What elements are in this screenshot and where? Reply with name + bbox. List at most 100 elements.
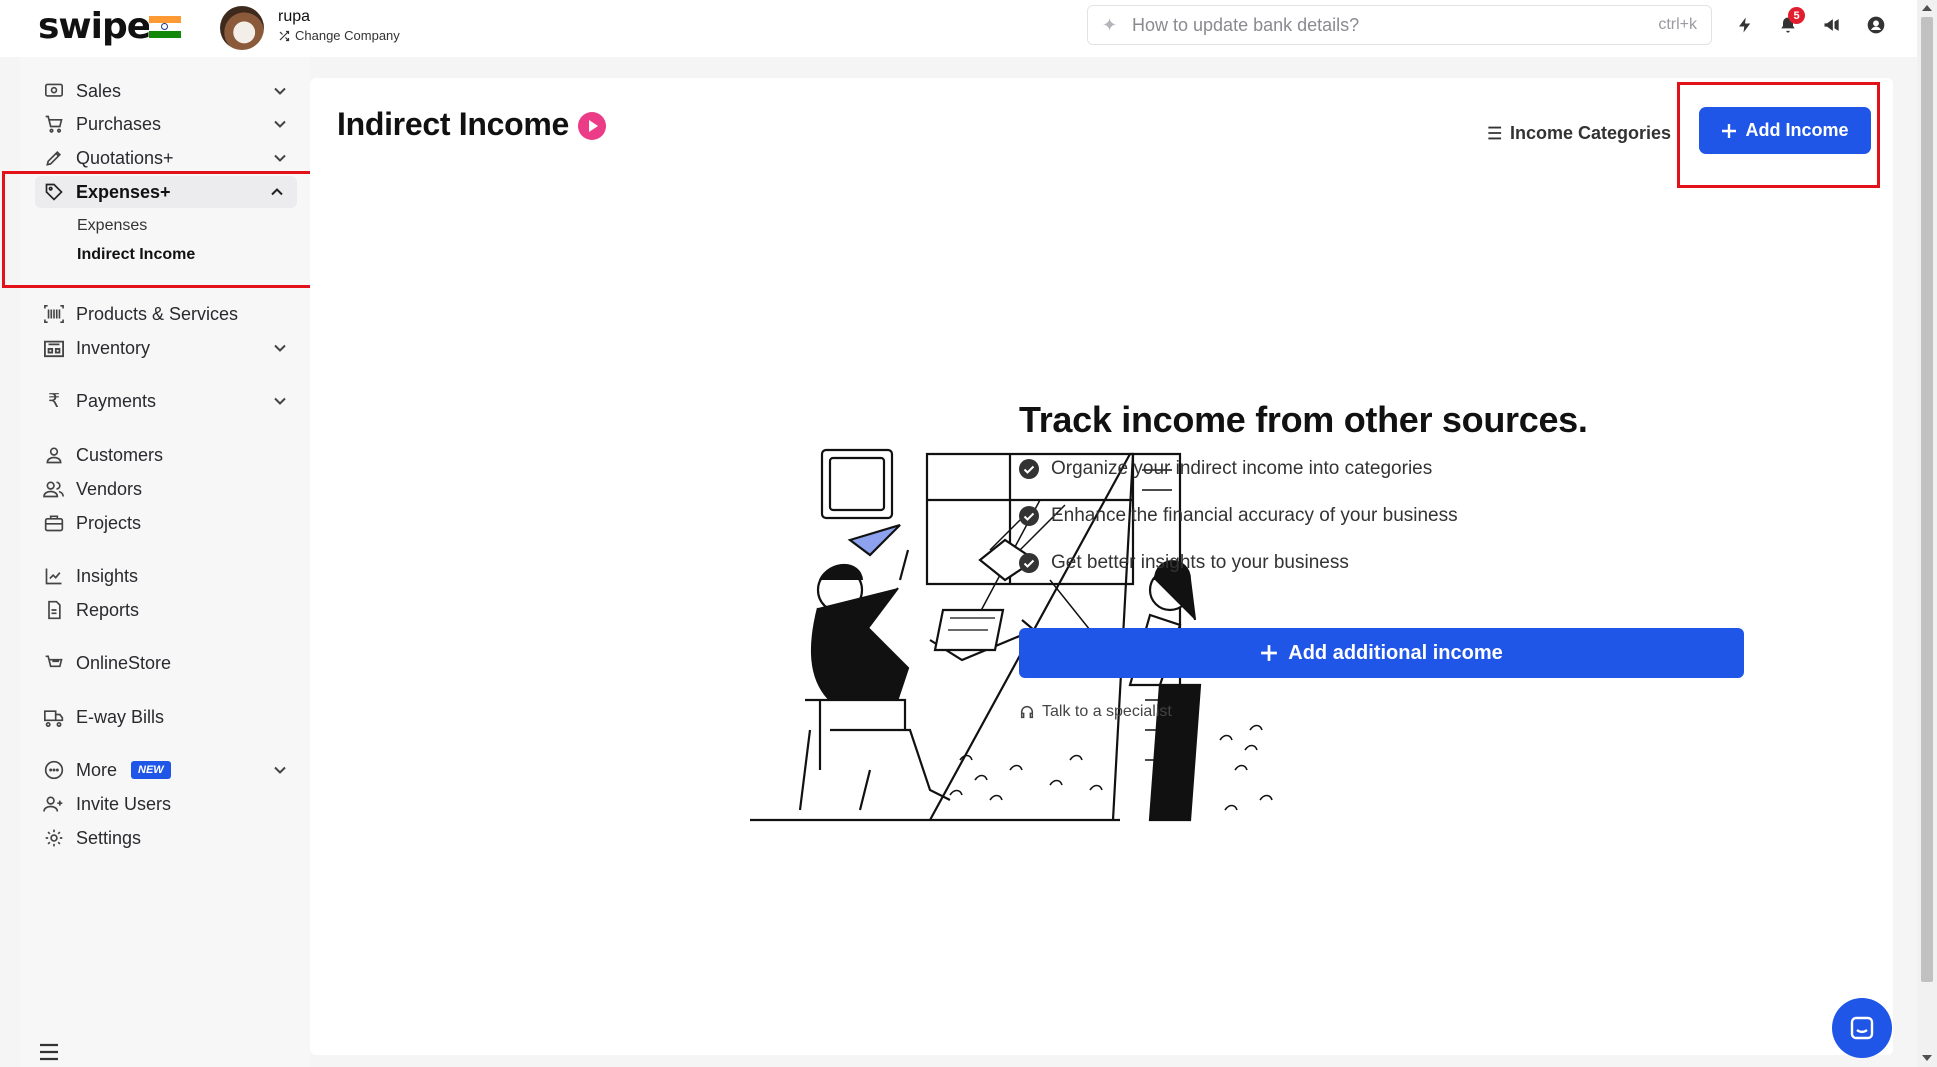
chat-icon: [1850, 1016, 1874, 1040]
tag-icon: [42, 180, 66, 204]
sidebar-item-quotations[interactable]: Quotations+: [42, 142, 300, 174]
sidebar-item-onlinestore[interactable]: OnlineStore: [42, 647, 300, 679]
add-additional-income-button[interactable]: Add additional income: [1019, 628, 1744, 678]
sidebar-item-label: OnlineStore: [76, 652, 172, 673]
barcode-icon: [42, 302, 66, 326]
plus-icon: [1722, 123, 1737, 138]
sidebar-item-reports[interactable]: Reports: [42, 594, 300, 626]
scroll-down-arrow[interactable]: [1922, 1055, 1932, 1061]
sidebar-item-vendors[interactable]: Vendors: [42, 473, 300, 505]
chevron-down-icon: [274, 344, 286, 352]
sidebar-item-sales[interactable]: Sales: [42, 75, 300, 107]
income-categories-button[interactable]: Income Categories: [1482, 118, 1671, 148]
chevron-down-icon: [274, 397, 286, 405]
sidebar-item-label: Payments: [76, 390, 157, 411]
sidebar-item-label: Insights: [76, 565, 139, 586]
truck-icon: [42, 705, 66, 729]
chat-support-button[interactable]: [1832, 998, 1892, 1058]
sidebar-item-inventory[interactable]: Inventory: [42, 332, 300, 364]
sidebar-subitem-expenses[interactable]: Expenses: [77, 217, 147, 235]
sidebar-item-purchases[interactable]: Purchases: [42, 108, 300, 140]
sidebar-item-label: Settings: [76, 827, 142, 848]
plus-icon: [1261, 645, 1278, 661]
gear-icon: [42, 826, 66, 850]
check-circle-icon: [1019, 506, 1039, 526]
feature-bullet: Enhance the financial accuracy of your b…: [1019, 505, 1458, 527]
feature-text: Enhance the financial accuracy of your b…: [1051, 505, 1458, 526]
scroll-thumb[interactable]: [1921, 17, 1933, 982]
sidebar-item-label: Invite Users: [76, 793, 172, 814]
sidebar-item-customers[interactable]: Customers: [42, 439, 300, 471]
list-icon: [1483, 126, 1502, 140]
sidebar-item-label: Expenses+: [76, 181, 171, 202]
hero-title: Track income from other sources.: [1019, 399, 1588, 440]
talk-to-specialist-link[interactable]: Talk to a specialist: [1019, 703, 1172, 721]
shuffle-icon: [279, 30, 290, 41]
sidebar-item-label: Vendors: [76, 478, 143, 499]
change-company-label: Change Company: [295, 28, 400, 43]
store-icon: [42, 651, 66, 675]
briefcase-icon: [42, 511, 66, 535]
add-income-label: Add Income: [1745, 120, 1849, 140]
chevron-down-icon: [274, 766, 286, 774]
search-shortcut: ctrl+k: [1658, 16, 1697, 33]
add-income-button[interactable]: Add Income: [1699, 107, 1871, 154]
pen-icon: [42, 146, 66, 170]
sidebar: Sales Purchases Quotations+ Expenses+ Ex…: [20, 57, 310, 1067]
add-additional-income-label: Add additional income: [1288, 641, 1503, 664]
sidebar-item-label: More: [76, 759, 118, 780]
search-input[interactable]: [1132, 14, 1612, 36]
notification-badge: 5: [1788, 7, 1805, 24]
account-icon[interactable]: [1864, 13, 1888, 37]
feature-text: Organize your indirect income into categ…: [1051, 458, 1433, 479]
sidebar-item-projects[interactable]: Projects: [42, 507, 300, 539]
main-content: Indirect Income Income Categories Add In…: [310, 78, 1893, 1055]
chevron-down-icon: [274, 120, 286, 128]
sidebar-item-label: Products & Services: [76, 303, 239, 324]
chevron-down-icon: [274, 87, 286, 95]
sidebar-item-label: Projects: [76, 512, 142, 533]
sidebar-item-settings[interactable]: Settings: [42, 822, 300, 854]
sidebar-item-payments[interactable]: ₹ Payments: [42, 385, 300, 417]
menu-icon[interactable]: [38, 1042, 60, 1062]
search-bar[interactable]: ✦ ctrl+k: [1087, 5, 1712, 45]
report-icon: [42, 598, 66, 622]
sidebar-item-insights[interactable]: Insights: [42, 560, 300, 592]
sidebar-item-eway-bills[interactable]: E-way Bills: [42, 701, 300, 733]
scrollbar[interactable]: [1917, 0, 1937, 1067]
warehouse-icon: [42, 336, 66, 360]
company-avatar[interactable]: [220, 6, 264, 50]
sidebar-item-label: Purchases: [76, 113, 162, 134]
sidebar-item-invite-users[interactable]: Invite Users: [42, 788, 300, 820]
talk-to-specialist-label: Talk to a specialist: [1042, 703, 1172, 720]
india-flag-icon: [149, 16, 181, 38]
sidebar-item-label: Customers: [76, 444, 164, 465]
cart-icon: [42, 112, 66, 136]
scroll-up-arrow[interactable]: [1922, 5, 1932, 11]
check-circle-icon: [1019, 553, 1039, 573]
sidebar-item-label: Reports: [76, 599, 140, 620]
sidebar-item-products-services[interactable]: Products & Services: [42, 298, 300, 330]
sidebar-item-more[interactable]: More NEW: [42, 754, 300, 786]
check-circle-icon: [1019, 459, 1039, 479]
page-title: Indirect Income: [337, 106, 570, 142]
feature-text: Get better insights to your business: [1051, 552, 1349, 573]
lightning-icon[interactable]: [1733, 13, 1757, 37]
feature-bullet: Get better insights to your business: [1019, 552, 1349, 574]
sidebar-subitem-indirect-income[interactable]: Indirect Income: [77, 246, 195, 264]
sparkle-icon: ✦: [1102, 15, 1118, 35]
play-video-icon[interactable]: [578, 112, 606, 140]
company-name[interactable]: rupa: [278, 8, 310, 26]
megaphone-icon[interactable]: [1820, 13, 1844, 37]
headset-icon: [1020, 706, 1034, 719]
sidebar-item-label: Inventory: [76, 337, 151, 358]
top-bar: swipe rupa Change Company ✦ ctrl+k 5: [0, 0, 1917, 57]
sidebar-item-expenses[interactable]: Expenses+: [35, 176, 297, 208]
chevron-up-icon: [271, 188, 283, 196]
bell-icon[interactable]: 5: [1776, 7, 1805, 37]
user-icon: [42, 443, 66, 467]
change-company-link[interactable]: Change Company: [278, 28, 400, 43]
sidebar-item-label: Quotations+: [76, 147, 174, 168]
new-badge: NEW: [131, 761, 171, 779]
swipe-logo[interactable]: swipe: [38, 6, 151, 47]
